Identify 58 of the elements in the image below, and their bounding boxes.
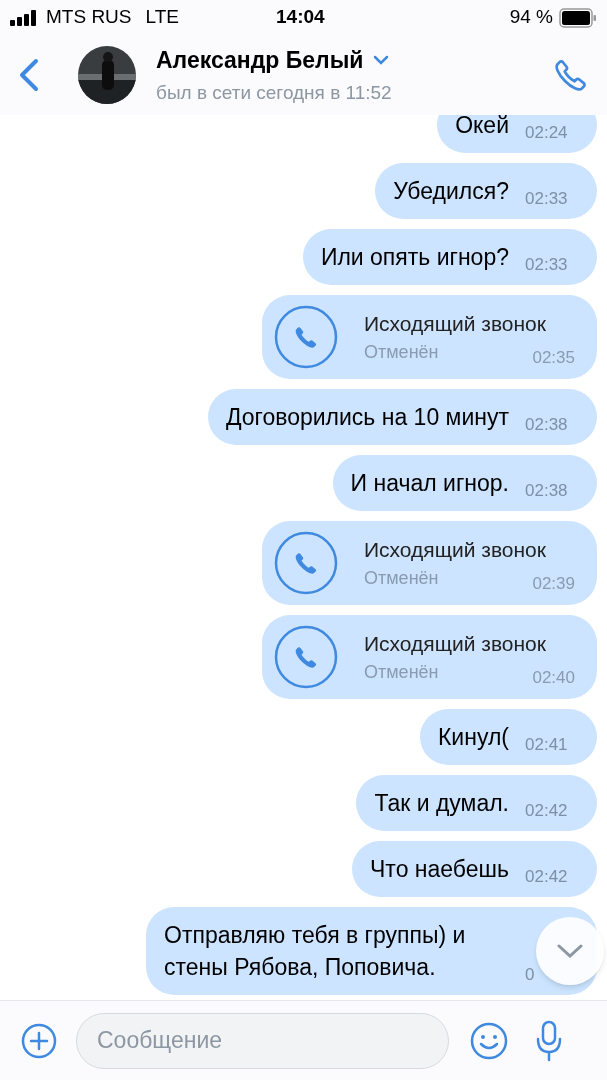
message-time: 02:38: [525, 479, 569, 502]
phone-icon: [274, 531, 338, 595]
message-time: 02:39: [532, 572, 575, 595]
message-bubble[interactable]: Исходящий звонок Отменён 02:39: [262, 521, 597, 605]
clock: 14:04: [276, 5, 325, 30]
chevron-down-icon[interactable]: [373, 54, 390, 65]
call-status: Отменён: [364, 567, 439, 591]
phone-icon: [274, 305, 338, 369]
message-time: 02:33: [525, 253, 569, 276]
message-text: Что наебешь: [370, 855, 509, 884]
microphone-icon[interactable]: [535, 1019, 563, 1062]
message-text: Кинул(: [437, 723, 509, 752]
call-status: Отменён: [364, 661, 439, 685]
call-status: Отменён: [364, 341, 439, 365]
call-title: Исходящий звонок: [364, 536, 547, 563]
message-bubble[interactable]: Исходящий звонок Отменён 02:35: [262, 295, 597, 379]
message-time: 02:33: [525, 187, 569, 210]
message-time: 0: [525, 963, 536, 986]
carrier-name: MTS RUS: [46, 5, 132, 30]
message-bubble[interactable]: Так и думал. 02:42: [356, 775, 597, 831]
message-bubble[interactable]: И начал игнор. 02:38: [332, 455, 597, 511]
message-bubble[interactable]: Окей 02:24: [437, 115, 597, 153]
message-bubble[interactable]: Договорились на 10 минут 02:38: [207, 389, 597, 445]
message-time: 02:41: [525, 733, 569, 756]
back-icon[interactable]: [18, 58, 40, 92]
call-title: Исходящий звонок: [364, 310, 547, 337]
avatar[interactable]: [78, 46, 136, 104]
message-bubble[interactable]: Исходящий звонок Отменён 02:40: [262, 615, 597, 699]
message-time: 02:42: [525, 865, 569, 888]
message-bubble[interactable]: Или опять игнор? 02:33: [302, 229, 597, 285]
message-bubble[interactable]: Убедился? 02:33: [375, 163, 597, 219]
message-text: Или опять игнор?: [320, 243, 509, 272]
plus-icon[interactable]: [20, 1021, 58, 1060]
message-text: Так и думал.: [374, 789, 509, 818]
message-text: Убедился?: [393, 177, 509, 206]
phone-icon: [274, 625, 338, 689]
message-time: 02:38: [525, 413, 569, 436]
message-bubble[interactable]: Кинул( 02:41: [419, 709, 597, 765]
message-time: 02:35: [532, 346, 575, 369]
network-type: LTE: [145, 5, 179, 30]
smiley-icon[interactable]: [469, 1020, 509, 1061]
message-time: 02:42: [525, 799, 569, 822]
battery-percent: 94 %: [509, 5, 553, 30]
phone-icon[interactable]: [553, 57, 589, 93]
contact-name[interactable]: Александр Белый: [156, 42, 364, 77]
message-text: Окей: [455, 115, 509, 140]
chevron-down-icon: [557, 944, 583, 958]
message-input-field[interactable]: Сообщение: [76, 1012, 449, 1069]
message-text: Отправляю тебя в группы) и стены Рябова, Поповича.: [164, 921, 467, 982]
message-text: Договорились на 10 минут: [225, 403, 509, 432]
message-time: 02:24: [525, 121, 569, 144]
call-title: Исходящий звонок: [364, 630, 547, 657]
last-seen-status: был в сети сегодня в 11:52: [156, 81, 392, 105]
message-bubble[interactable]: Отправляю тебя в группы) и стены Рябова, Поповича. 0: [146, 907, 597, 995]
message-text: И начал игнор.: [350, 469, 509, 498]
message-time: 02:40: [532, 666, 575, 689]
battery-icon: [559, 7, 597, 28]
message-bubble[interactable]: Что наебешь 02:42: [352, 841, 597, 897]
